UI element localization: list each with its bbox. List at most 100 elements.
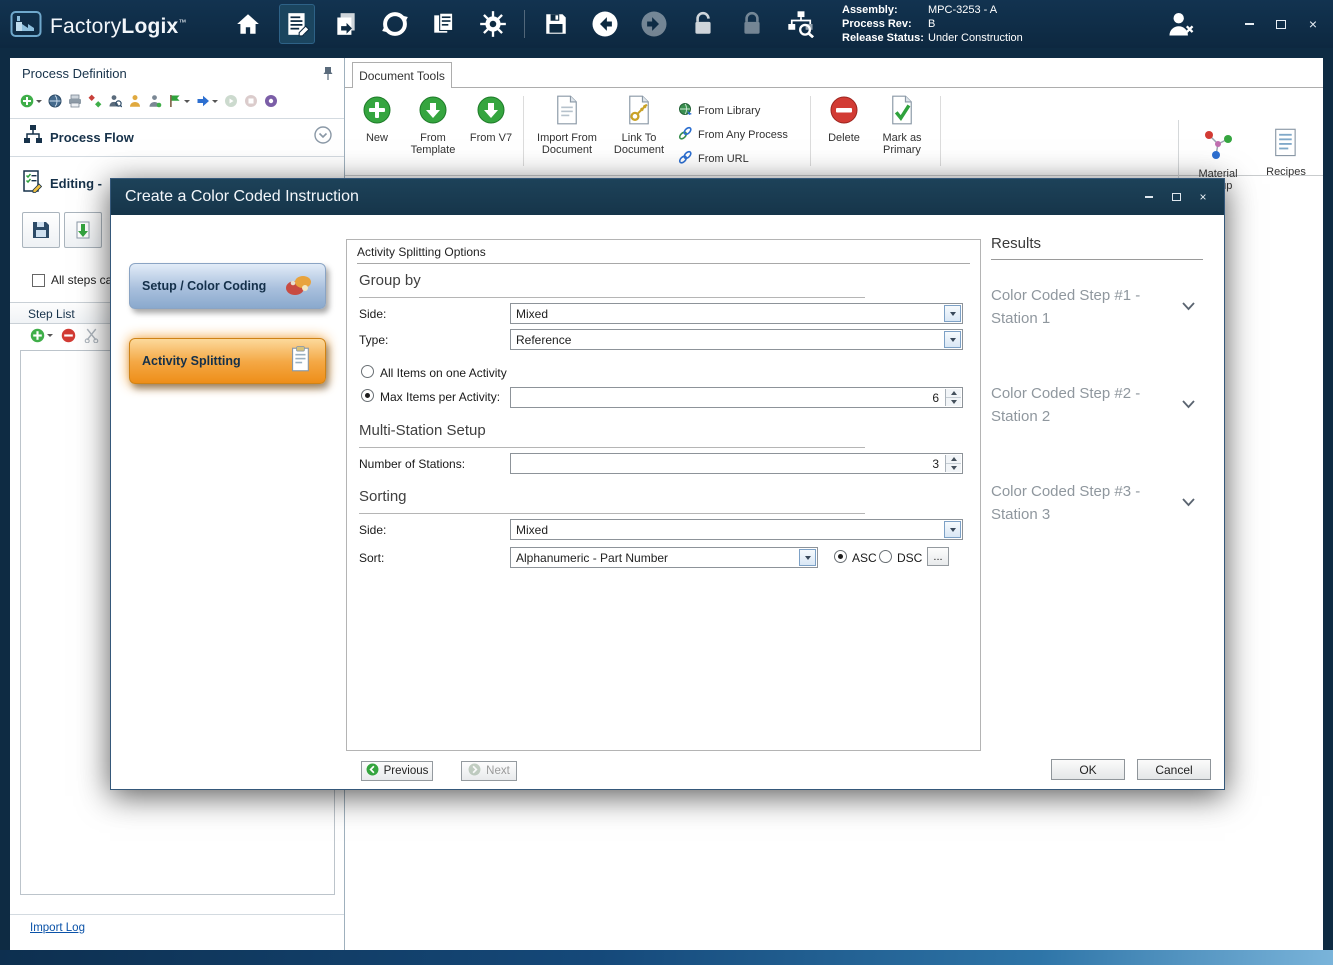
spin-down-button[interactable] (946, 464, 961, 472)
type-dropdown[interactable]: Reference (510, 329, 963, 350)
dsc-label: DSC (897, 551, 922, 565)
delete-button[interactable]: Delete (821, 90, 867, 172)
from-url-button[interactable]: From URL (678, 150, 800, 168)
person-config-icon[interactable] (148, 94, 162, 108)
all-items-radio[interactable] (361, 365, 374, 378)
mark-as-primary-button[interactable]: Mark as Primary (874, 90, 930, 172)
side-dropdown[interactable]: Mixed (510, 303, 963, 324)
application-window: FactoryLogix™ (0, 0, 1333, 965)
chain-link-icon (678, 150, 693, 168)
divider (359, 513, 865, 514)
result-step-1[interactable]: Color Coded Step #1 - Station 1 (991, 284, 1203, 330)
recipes-button[interactable]: Recipes (1262, 122, 1310, 193)
release-status-label: Release Status: (842, 31, 928, 45)
editing-label: Editing - (50, 176, 102, 191)
unlock-icon[interactable] (685, 4, 721, 44)
dialog-minimize-icon[interactable] (1142, 190, 1156, 204)
globe-icon[interactable] (48, 94, 62, 108)
flag-icon[interactable] (168, 94, 190, 108)
new-document-button[interactable]: New (357, 90, 397, 172)
person-yellow-icon[interactable] (128, 94, 142, 108)
previous-button[interactable]: Previous (361, 761, 433, 781)
resume-disabled-icon[interactable] (224, 94, 238, 108)
forward-icon[interactable] (636, 4, 672, 44)
run-arrow-icon[interactable] (196, 94, 218, 108)
reports-icon[interactable] (426, 4, 462, 44)
close-icon[interactable]: × (1305, 16, 1321, 32)
find-person-icon[interactable] (108, 94, 122, 108)
asc-radio[interactable] (834, 550, 847, 563)
production-icon[interactable] (377, 4, 413, 44)
result-step-2[interactable]: Color Coded Step #2 - Station 2 (991, 382, 1203, 428)
stop-disabled-icon[interactable] (244, 94, 258, 108)
toolbar-separator (524, 10, 525, 38)
pin-icon[interactable] (322, 66, 334, 86)
library-source-group: From Library From Any Process From URL (678, 90, 800, 172)
nav-setup-color-coding[interactable]: Setup / Color Coding (129, 263, 326, 309)
from-v7-button[interactable]: From V7 (469, 90, 513, 172)
document-icon (554, 95, 580, 129)
tab-document-tools[interactable]: Document Tools (352, 62, 452, 88)
from-any-process-button[interactable]: From Any Process (678, 126, 800, 144)
divider (359, 447, 865, 448)
multi-station-heading: Multi-Station Setup (359, 422, 486, 439)
dialog-maximize-icon[interactable] (1169, 190, 1183, 204)
from-template-button[interactable]: From Template (404, 90, 462, 172)
ok-button[interactable]: OK (1051, 759, 1125, 780)
templates-icon[interactable] (328, 4, 364, 44)
import-from-document-button[interactable]: Import From Document (534, 90, 600, 172)
process-rev-row: Process Rev:B (842, 17, 1023, 31)
check-document-icon (889, 95, 915, 129)
add-icon[interactable] (20, 94, 42, 108)
logout-user-icon[interactable] (1163, 4, 1199, 44)
dsc-radio[interactable] (879, 550, 892, 563)
result-step-3[interactable]: Color Coded Step #3 - Station 3 (991, 480, 1203, 526)
next-button[interactable]: Next (461, 761, 517, 781)
spin-up-button[interactable] (946, 455, 961, 464)
spin-up-button[interactable] (946, 389, 961, 398)
cut-icon[interactable] (84, 328, 99, 343)
maximize-icon[interactable] (1273, 16, 1289, 32)
remove-step-icon[interactable] (61, 328, 76, 343)
max-items-radio[interactable] (361, 389, 374, 402)
more-options-button[interactable]: ... (927, 547, 949, 566)
dropdown-arrow-button[interactable] (944, 521, 961, 538)
settings-gear-icon[interactable] (475, 4, 511, 44)
stations-spinner[interactable]: 3 (510, 453, 963, 474)
dropdown-arrow-button[interactable] (799, 549, 816, 566)
molecule-icon (1201, 127, 1235, 165)
cancel-button[interactable]: Cancel (1137, 759, 1211, 780)
spin-down-button[interactable] (946, 398, 961, 406)
save-step-button[interactable] (22, 212, 60, 248)
home-icon[interactable] (230, 4, 266, 44)
dropdown-arrow-button[interactable] (944, 305, 961, 322)
from-library-button[interactable]: From Library (678, 102, 800, 120)
break-link-icon[interactable] (88, 94, 102, 108)
minimize-icon[interactable] (1241, 16, 1257, 32)
max-items-spinner[interactable]: 6 (510, 387, 963, 408)
link-to-document-button[interactable]: Link To Document (607, 90, 671, 172)
dialog-close-icon[interactable]: × (1196, 190, 1210, 204)
all-steps-checkbox[interactable] (32, 274, 45, 287)
assembly-info: Assembly:MPC-3253 - A Process Rev:B Rele… (842, 3, 1023, 45)
max-items-label: Max Items per Activity: (380, 390, 500, 404)
lock-icon[interactable] (734, 4, 770, 44)
nav-activity-splitting[interactable]: Activity Splitting (129, 338, 326, 384)
process-search-icon[interactable] (783, 4, 819, 44)
sort-side-dropdown[interactable]: Mixed (510, 519, 963, 540)
import-step-button[interactable] (64, 212, 102, 248)
titlebar-right-controls: × (1163, 0, 1321, 48)
process-definition-icon[interactable] (279, 4, 315, 44)
back-icon[interactable] (587, 4, 623, 44)
info-icon[interactable] (264, 94, 278, 108)
delete-icon (829, 95, 859, 129)
print-icon[interactable] (68, 94, 82, 108)
save-icon[interactable] (538, 4, 574, 44)
import-log-link[interactable]: Import Log (30, 922, 85, 934)
download-icon (418, 95, 448, 129)
sort-dropdown[interactable]: Alphanumeric - Part Number (510, 547, 818, 568)
add-step-icon[interactable] (30, 328, 53, 343)
step-list-label: Step List (28, 307, 75, 321)
dropdown-arrow-button[interactable] (944, 331, 961, 348)
collapse-icon[interactable] (314, 126, 332, 149)
